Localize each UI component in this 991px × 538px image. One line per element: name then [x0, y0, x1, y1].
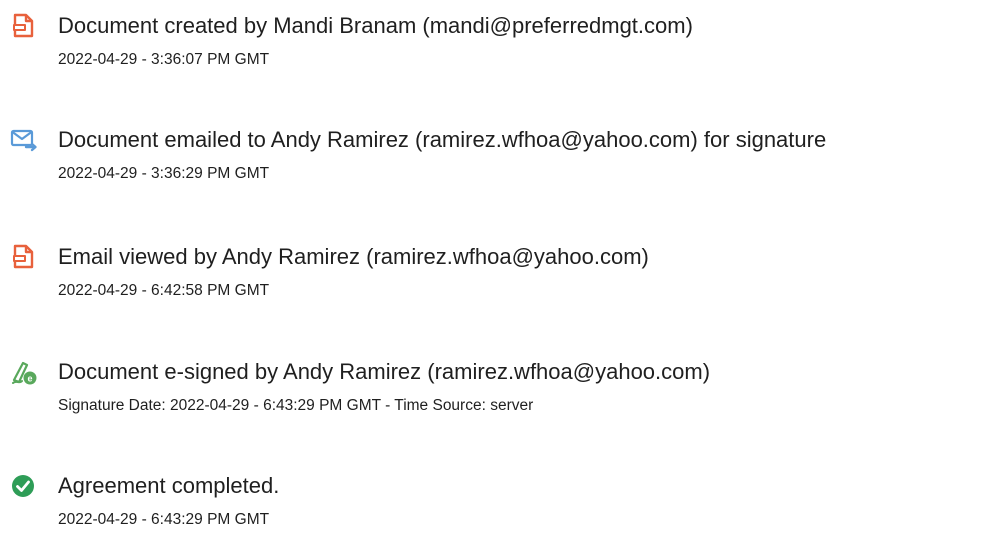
event-title: Document e-signed by Andy Ramirez (ramir…: [58, 359, 711, 384]
event-title: Document created by Mandi Branam (mandi@…: [58, 13, 693, 38]
event-timestamp: 2022-04-29 - 6:43:29 PM GMT: [58, 511, 270, 528]
event-timestamp: Signature Date: 2022-04-29 - 6:43:29 PM …: [58, 397, 534, 414]
e-sign-pen-icon: e: [10, 358, 38, 386]
event-title: Email viewed by Andy Ramirez (ramirez.wf…: [58, 244, 649, 269]
event-timestamp: 2022-04-29 - 3:36:07 PM GMT: [58, 51, 270, 68]
event-title: Document emailed to Andy Ramirez (ramire…: [58, 127, 827, 152]
event-title: Agreement completed.: [58, 473, 280, 498]
event-timestamp: 2022-04-29 - 6:42:58 PM GMT: [58, 282, 270, 299]
document-icon: [10, 243, 38, 271]
check-circle-icon: [10, 472, 38, 500]
svg-text:e: e: [27, 374, 32, 384]
event-timestamp: 2022-04-29 - 3:36:29 PM GMT: [58, 165, 270, 182]
email-sent-icon: [10, 126, 38, 154]
document-icon: [10, 12, 38, 40]
